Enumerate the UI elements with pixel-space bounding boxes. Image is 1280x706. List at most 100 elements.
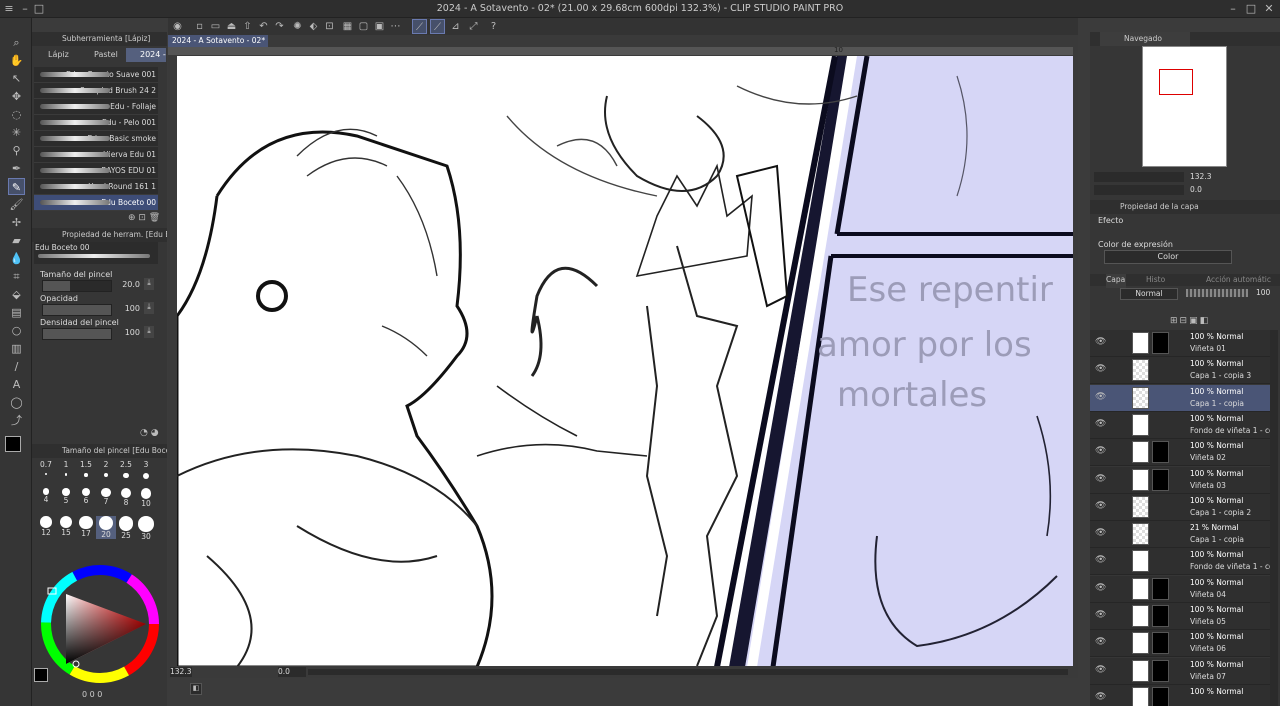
brush-item[interactable]: Edu - Boceto Suave 001 [34,67,158,83]
nav-zoom-value[interactable]: 132.3 [1190,172,1211,181]
gradient-icon[interactable]: ▤ [8,304,25,321]
lasso-icon[interactable]: ◌ [8,106,25,123]
ruler-tool-icon[interactable]: ∕ [8,358,25,375]
brush-size-option[interactable]: 15 [56,516,76,537]
brush-size-option[interactable]: 12 [36,516,56,537]
snap-ruler-icon[interactable]: ⟋ [412,19,427,34]
brush-size-option[interactable]: 2 [96,460,116,478]
size-menu-icon[interactable]: ⤓ [144,278,154,290]
correct-line-icon[interactable]: ⤴ [8,412,25,429]
layer-row[interactable]: 👁 100 % Normal Fondo de viñeta 1 - copia [1090,548,1272,576]
density-slider[interactable] [42,328,112,340]
brush-size-option[interactable]: 1.5 [76,460,96,477]
redo-icon[interactable]: ↷ [272,19,287,34]
brush-item-selected[interactable]: Edu Boceto 00 [34,195,158,211]
status-rotation[interactable]: 0.0 [278,667,306,677]
brush-size-option[interactable]: 17 [76,516,96,538]
layer-opacity-slider[interactable] [1186,289,1248,297]
minimize-icon[interactable]: – [1226,2,1240,16]
nav-zoom-slider[interactable] [1094,172,1184,182]
visibility-eye-icon[interactable]: 👁 [1095,610,1106,620]
snap-special-ruler-icon[interactable]: ⟋ [430,19,445,34]
nav-rotate-slider[interactable] [1094,185,1184,195]
layer-row[interactable]: 👁 100 % Normal Viñeta 06 [1090,630,1272,658]
brush-item[interactable]: Edu - Basic smoke [34,131,158,147]
clear-icon[interactable]: ✺ [290,19,305,34]
tab-2024[interactable]: 2024 - [126,48,166,62]
status-zoom[interactable]: 132.3 [170,667,192,677]
brush-item[interactable]: Edu - Follaje [34,99,158,115]
layer-row[interactable]: 👁 100 % Normal [1090,684,1272,706]
visibility-eye-icon[interactable]: 👁 [1095,528,1106,538]
document-tab[interactable]: 2024 - A Sotavento - 02* [168,35,268,47]
navigator-thumbnail[interactable] [1142,46,1227,167]
hand-tool-icon[interactable]: ✋ [8,52,25,69]
visibility-eye-icon[interactable]: 👁 [1095,337,1106,347]
opacity-value[interactable]: 100 [112,304,140,313]
blend-tool-icon[interactable]: 💧 [8,250,25,267]
layer-row[interactable]: 👁 100 % Normal Fondo de viñeta 1 - copia [1090,411,1272,439]
balloon-tool-icon[interactable]: ◯ [8,394,25,411]
deselect-icon[interactable]: ▦ [340,19,355,34]
nav-rotate-value[interactable]: 0.0 [1190,185,1202,194]
brush-size-option[interactable]: 20 [96,516,116,539]
main-color-swatch[interactable] [5,436,21,452]
drawing-canvas[interactable]: Ese repentir amor por los mortales [177,56,1073,667]
tab-pastel[interactable]: Pastel [80,48,124,62]
brush-size-option[interactable]: 5 [56,488,76,505]
fill-icon[interactable]: ⬖ [306,19,321,34]
opacity-slider[interactable] [42,304,112,316]
layer-row[interactable]: 👁 21 % Normal Capa 1 - copia [1090,521,1272,549]
figure-tool-icon[interactable]: ○ [8,322,25,339]
layer-row[interactable]: 👁 100 % Normal Viñeta 01 [1090,330,1272,357]
brush-size-option[interactable]: 0.7 [36,460,56,475]
brush-size-option[interactable]: 2.5 [116,460,136,479]
visibility-eye-icon[interactable]: 👁 [1095,555,1106,565]
navigator-tab[interactable]: Navegado [1100,32,1190,46]
crop-icon[interactable]: ▢ [356,19,371,34]
snap-icon[interactable]: ⋯ [388,19,403,34]
opacity-menu-icon[interactable]: ⤓ [144,302,154,314]
transform-icon[interactable]: ⊡ [322,19,337,34]
snap-grid-icon[interactable]: ⊿ [448,19,463,34]
tab-auto-action[interactable]: Acción automátic [1206,274,1276,288]
frame-tool-icon[interactable]: ▥ [8,340,25,357]
layer-opacity-value[interactable]: 100 [1256,288,1270,297]
brush-item[interactable]: Sampled Brush 24 2 [34,83,158,99]
layer-row[interactable]: 👁 100 % Normal Viñeta 03 [1090,466,1272,494]
brush-size-option[interactable]: 8 [116,488,136,507]
layer-row[interactable]: 👁 100 % Normal Viñeta 04 [1090,575,1272,603]
maximize-icon[interactable]: □ [1244,2,1258,16]
layer-actions-icon[interactable]: ⊞⊟▣◧ [1170,316,1210,326]
airbrush-icon[interactable]: ⌗ [8,268,25,285]
brush-size-option[interactable]: 7 [96,488,116,506]
magic-wand-icon[interactable]: ✳ [8,124,25,141]
brush-size-option[interactable]: 3 [136,460,156,479]
fill-tool-icon[interactable]: ⬙ [8,286,25,303]
color-expression-select[interactable]: Color [1104,250,1232,264]
layer-row[interactable]: 👁 100 % Normal Viñeta 02 [1090,439,1272,467]
brush-size-option[interactable]: 4 [36,488,56,504]
layer-row[interactable]: 👁 100 % Normal Viñeta 07 [1090,657,1272,685]
text-tool-icon[interactable]: A [8,376,25,393]
pen-tool-icon[interactable]: ✒ [8,160,25,177]
pencil-tool-icon[interactable]: ✎ [8,178,25,195]
zoom-tool-icon[interactable]: ⌕ [8,34,25,51]
tab-history[interactable]: Histo [1146,274,1186,288]
undo-icon[interactable]: ↶ [256,19,271,34]
visibility-eye-icon[interactable]: 👁 [1095,474,1106,484]
visibility-eye-icon[interactable]: 👁 [1095,446,1106,456]
brush-item[interactable]: RAYOS EDU 01 [34,163,158,179]
open-file-icon[interactable]: ▭ [208,19,223,34]
subtool-actions-icon[interactable]: ⊕ ⊡ 🗑 [128,213,160,223]
tab-lapiz[interactable]: Lápiz [34,48,78,62]
density-menu-icon[interactable]: ⤓ [144,326,154,338]
export-icon[interactable]: ⇧ [240,19,255,34]
layer-row[interactable]: 👁 100 % Normal Capa 1 - copia [1090,384,1272,412]
eyedropper-icon[interactable]: ⚲ [8,142,25,159]
size-value[interactable]: 20.0 [112,280,140,289]
brush-size-option[interactable]: 10 [136,488,156,508]
app-icon[interactable]: ◉ [170,19,185,34]
brush-item[interactable]: Hierva Edu 01 [34,147,158,163]
visibility-eye-icon[interactable]: 👁 [1095,364,1106,374]
